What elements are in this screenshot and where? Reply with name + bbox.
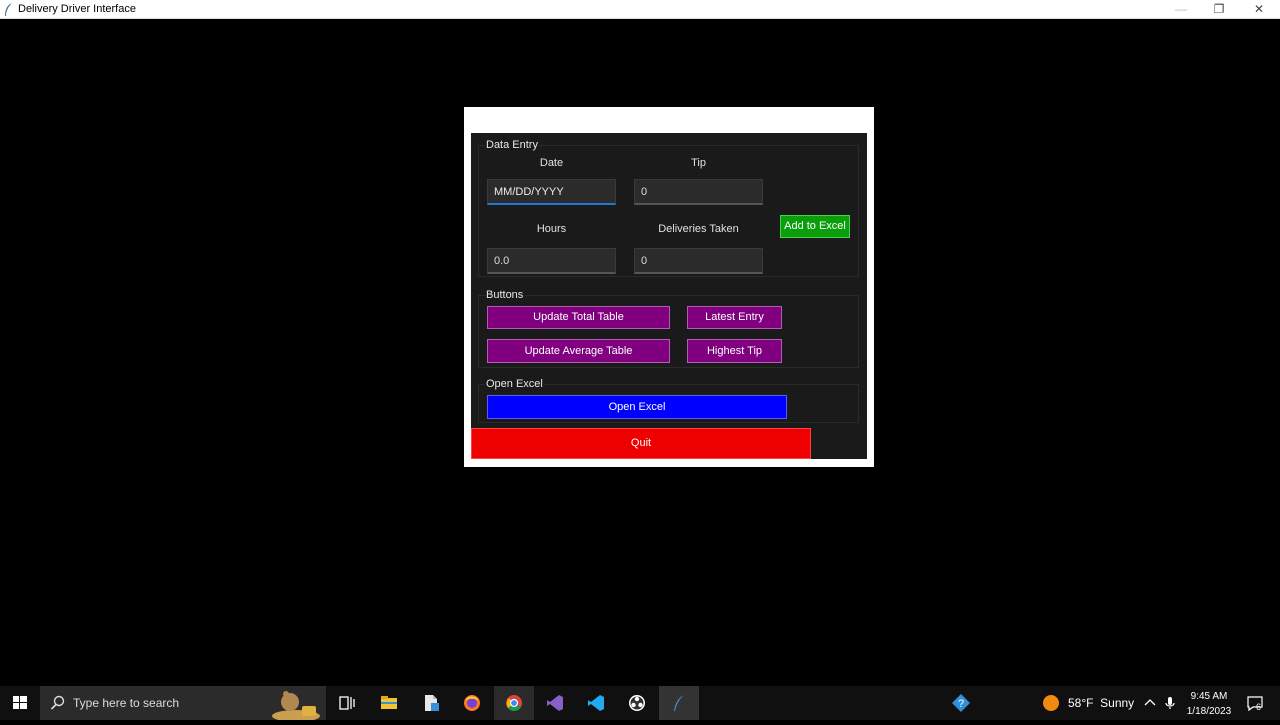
app-window: Data Entry Date Tip Add to Excel Hours D… [464, 107, 874, 467]
quit-button[interactable]: Quit [471, 428, 811, 459]
document-icon[interactable] [421, 693, 441, 713]
help-icon[interactable]: ? [951, 693, 971, 713]
clock-date: 1/18/2023 [1186, 706, 1232, 717]
add-to-excel-button[interactable]: Add to Excel [780, 215, 850, 238]
file-explorer-icon[interactable] [379, 693, 399, 713]
obs-icon[interactable] [627, 693, 647, 713]
title-bar: Delivery Driver Interface — ❐ ✕ [0, 0, 1280, 19]
taskbar: Type here to search ? 58°F Sunny 9:45 AM… [0, 686, 1280, 720]
notification-count: 6 [1256, 702, 1262, 712]
data-entry-title: Data Entry [485, 139, 539, 151]
date-label: Date [539, 157, 564, 169]
date-field[interactable] [487, 179, 616, 205]
firefox-icon[interactable] [462, 693, 482, 713]
open-excel-button[interactable]: Open Excel [487, 395, 787, 419]
windows-start-icon[interactable] [0, 686, 40, 720]
search-placeholder: Type here to search [73, 696, 180, 710]
hours-label: Hours [536, 223, 567, 235]
tip-field[interactable] [634, 179, 763, 205]
tip-label: Tip [691, 157, 706, 169]
deliveries-label: Deliveries Taken [658, 223, 739, 235]
chrome-icon[interactable] [504, 693, 524, 713]
update-average-table-button[interactable]: Update Average Table [487, 339, 670, 363]
weather-text[interactable]: 58°F Sunny [1068, 696, 1134, 710]
visual-studio-icon[interactable] [545, 693, 565, 713]
feather-icon [5, 3, 12, 16]
search-highlight-icon [272, 691, 320, 720]
python-feather-icon[interactable] [669, 693, 689, 713]
chevron-up-icon[interactable] [1140, 693, 1160, 713]
clock-time: 9:45 AM [1190, 691, 1228, 702]
app-content: Data Entry Date Tip Add to Excel Hours D… [471, 133, 867, 459]
latest-entry-button[interactable]: Latest Entry [687, 306, 782, 329]
close-icon[interactable]: ✕ [1240, 0, 1278, 19]
weather-sun-icon [1043, 695, 1059, 711]
task-view-icon[interactable] [337, 693, 357, 713]
open-excel-group-title: Open Excel [485, 378, 544, 390]
taskbar-clock[interactable]: 9:45 AM 1/18/2023 [1183, 689, 1235, 719]
search-icon [50, 695, 65, 710]
maximize-icon[interactable]: ❐ [1200, 0, 1238, 19]
vscode-icon[interactable] [586, 693, 606, 713]
taskbar-search[interactable]: Type here to search [40, 686, 326, 720]
deliveries-field[interactable] [634, 248, 763, 274]
microphone-icon[interactable] [1160, 693, 1180, 713]
update-total-table-button[interactable]: Update Total Table [487, 306, 670, 329]
minimize-icon[interactable]: — [1162, 0, 1200, 19]
hours-field[interactable] [487, 248, 616, 274]
window-title: Delivery Driver Interface [18, 3, 136, 15]
notification-icon[interactable] [1245, 693, 1265, 713]
buttons-group-title: Buttons [485, 289, 525, 301]
svg-text:?: ? [958, 698, 964, 710]
highest-tip-button[interactable]: Highest Tip [687, 339, 782, 363]
